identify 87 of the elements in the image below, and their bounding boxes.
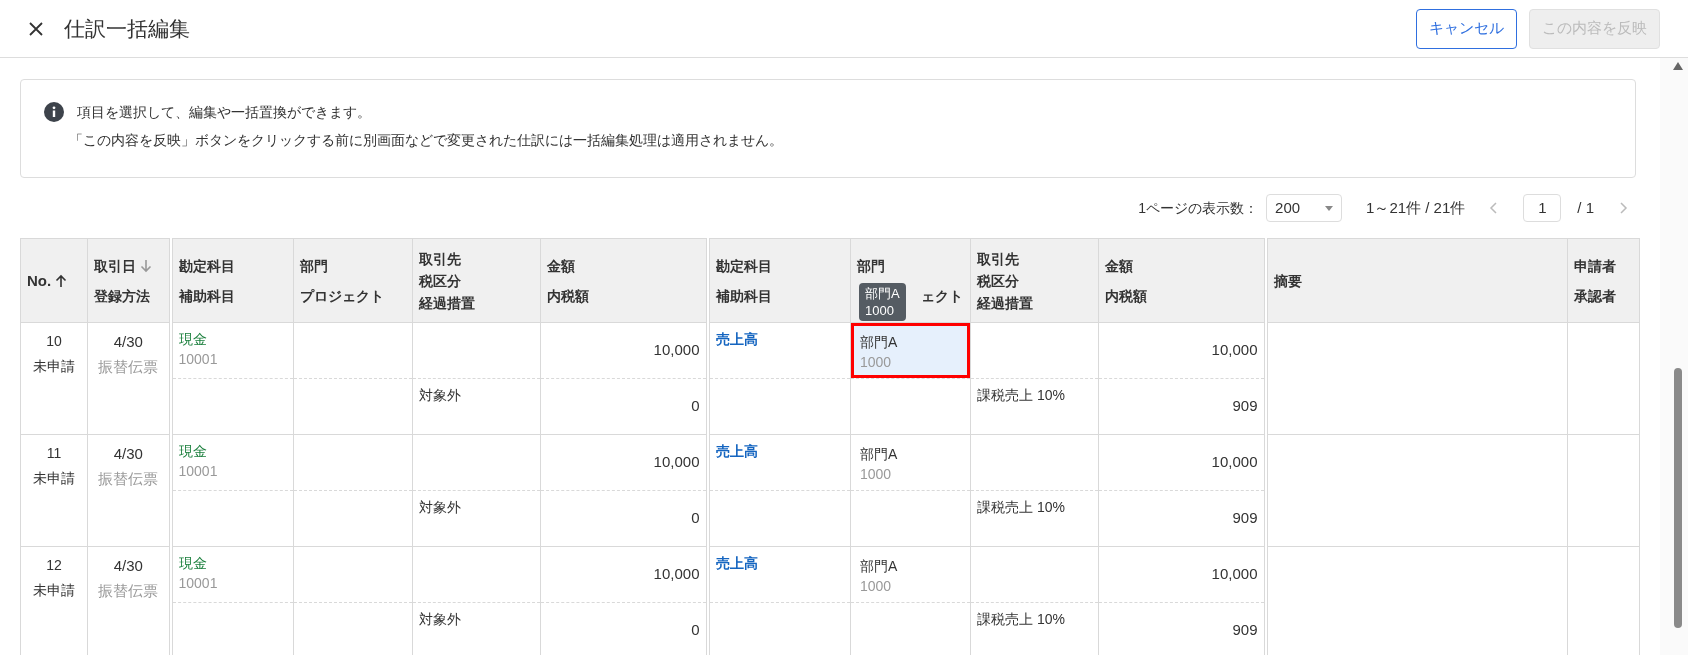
- tax-category: 対象外: [419, 387, 461, 403]
- department-cell[interactable]: 部門A 1000: [851, 435, 970, 490]
- column-header[interactable]: 摘要: [1273, 265, 1302, 296]
- column-header[interactable]: 補助科目: [715, 280, 772, 311]
- entry-number: 11: [45, 444, 63, 463]
- transaction-date: 4/30: [112, 332, 144, 352]
- sort-descending-icon[interactable]: [140, 258, 152, 273]
- department-name: 部門A: [860, 557, 899, 576]
- column-header[interactable]: 取引日: [94, 250, 136, 281]
- per-page-select[interactable]: 200: [1266, 194, 1343, 222]
- sub-account-code: 10001: [178, 574, 219, 593]
- transaction-date: 4/30: [112, 556, 144, 576]
- column-header[interactable]: 勘定科目: [715, 250, 772, 281]
- scroll-thumb[interactable]: [1674, 368, 1682, 628]
- tax-amount: 909: [1232, 509, 1258, 527]
- amount: 10,000: [653, 565, 700, 583]
- column-header[interactable]: 承認者: [1574, 280, 1616, 311]
- column-header[interactable]: ェクト: [921, 280, 963, 311]
- tax-amount: 0: [691, 509, 700, 527]
- column-header[interactable]: 内税額: [1105, 280, 1147, 311]
- sort-ascending-icon[interactable]: [55, 273, 68, 288]
- status-text: 未申請: [32, 469, 76, 488]
- entry-number: 10: [45, 332, 63, 351]
- department-name: 部門A: [860, 445, 899, 464]
- transaction-date: 4/30: [112, 444, 144, 464]
- column-header[interactable]: No.: [27, 265, 52, 296]
- column-header[interactable]: 勘定科目: [178, 250, 235, 281]
- tax-category: 課税売上 10%: [977, 499, 1065, 515]
- account-name[interactable]: 現金: [178, 441, 287, 461]
- amount: 10,000: [1211, 565, 1258, 583]
- department-code: 1000: [860, 577, 893, 596]
- close-icon[interactable]: [28, 20, 44, 37]
- column-header[interactable]: 部門: [300, 250, 328, 281]
- page-title: 仕訳一括編集: [64, 15, 190, 42]
- column-header[interactable]: 税区分: [419, 269, 461, 292]
- dropdown-caret-icon: [1325, 205, 1334, 211]
- tax-category: 対象外: [419, 499, 461, 515]
- entry-method: 振替伝票: [97, 357, 160, 377]
- sub-account-code: 10001: [178, 350, 219, 369]
- amount: 10,000: [1211, 453, 1258, 471]
- tax-category: 対象外: [419, 611, 461, 627]
- department-code: 1000: [860, 465, 893, 484]
- department-cell[interactable]: 部門A 1000: [851, 547, 970, 602]
- page-number-field[interactable]: 1: [1523, 194, 1562, 222]
- amount: 10,000: [653, 341, 700, 359]
- scrollbar[interactable]: [1660, 58, 1688, 655]
- entry-number: 12: [45, 556, 63, 575]
- total-pages: / 1: [1577, 197, 1594, 218]
- amount: 10,000: [1211, 341, 1258, 359]
- info-text: 「この内容を反映」ボタンをクリックする前に別画面などで変更された仕訳には一括編集処理は適用されません。: [69, 131, 783, 150]
- column-header[interactable]: 金額: [1105, 250, 1133, 281]
- sub-account-code: 10001: [178, 462, 219, 481]
- tax-amount: 909: [1232, 397, 1258, 415]
- column-header[interactable]: 経過措置: [977, 291, 1033, 314]
- column-header[interactable]: 取引先: [419, 247, 461, 270]
- scroll-up-icon[interactable]: [1673, 62, 1683, 70]
- status-text: 未申請: [32, 357, 76, 376]
- account-name[interactable]: 現金: [178, 553, 287, 573]
- per-page-label: 1ページの表示数：: [1138, 198, 1259, 218]
- tax-category: 課税売上 10%: [977, 387, 1065, 403]
- department-name: 部門A: [860, 333, 899, 352]
- tax-amount: 0: [691, 621, 700, 639]
- column-header[interactable]: 税区分: [977, 269, 1019, 292]
- column-header[interactable]: 登録方法: [94, 280, 150, 311]
- status-text: 未申請: [32, 581, 76, 600]
- column-header[interactable]: 申請者: [1574, 250, 1616, 281]
- cancel-button[interactable]: キャンセル: [1416, 8, 1517, 49]
- column-header[interactable]: 経過措置: [419, 291, 475, 314]
- info-text: 項目を選択して、編集や一括置換ができます。: [77, 103, 372, 122]
- column-header[interactable]: 補助科目: [178, 280, 235, 311]
- info-icon: [44, 102, 64, 122]
- tax-amount: 0: [691, 397, 700, 415]
- amount: 10,000: [653, 453, 700, 471]
- entry-method: 振替伝票: [97, 469, 160, 489]
- column-header[interactable]: 取引先: [977, 247, 1019, 270]
- account-name[interactable]: 現金: [178, 329, 287, 349]
- column-header[interactable]: 部門: [857, 250, 885, 281]
- department-cell[interactable]: 部門A 1000: [851, 323, 970, 378]
- column-header[interactable]: 内税額: [547, 280, 589, 311]
- column-header[interactable]: 金額: [547, 250, 575, 281]
- tax-amount: 909: [1232, 621, 1258, 639]
- entry-method: 振替伝票: [97, 581, 160, 601]
- column-header[interactable]: プロジェクト: [300, 280, 384, 311]
- tooltip: 部門A 1000: [859, 283, 906, 321]
- tax-category: 課税売上 10%: [977, 611, 1065, 627]
- record-range: 1～21件 / 21件: [1366, 197, 1466, 218]
- department-code: 1000: [860, 353, 893, 372]
